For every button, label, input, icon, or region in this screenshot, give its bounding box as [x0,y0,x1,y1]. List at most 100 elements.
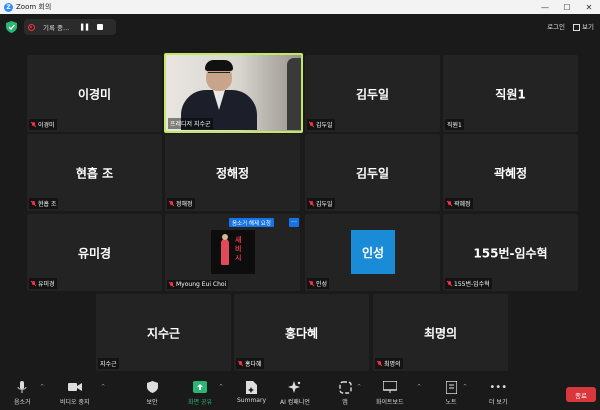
window-controls: — ☐ ✕ [534,0,600,14]
window-title: Zoom 회의 [16,3,52,11]
participant-label: 정해정 [167,198,195,209]
unmute-request-button[interactable]: 음소거 해제 요청 [229,218,274,227]
stop-video-button[interactable]: 비디오 중지 [60,380,90,406]
view-button[interactable]: 보기 [573,21,594,31]
video-tile[interactable]: 김두일 김두일 [305,55,440,132]
share-screen-button[interactable]: 화면 공유 [188,380,212,406]
close-button[interactable]: ✕ [578,0,600,14]
video-tile[interactable]: 곽혜정 곽혜정 [443,134,578,211]
video-tile[interactable]: 홍다혜 홍다혜 [234,294,369,371]
whiteboard-options-caret-icon[interactable]: ^ [417,384,421,390]
whiteboard-button[interactable]: 화이트보드 [376,380,404,406]
participant-display-name: 곽혜정 [493,166,528,180]
mic-muted-icon [309,280,314,287]
mute-button[interactable]: 음소거 [14,380,31,406]
notes-options-caret-icon[interactable]: ^ [463,384,467,390]
video-tile[interactable]: 유미경 유미경 [27,214,162,291]
ai-companion-button[interactable]: AI 컴패니언 [280,380,310,406]
pause-recording-icon[interactable]: ❚❚ [79,23,90,31]
participant-label: 김두일 [307,198,335,209]
audio-options-caret-icon[interactable]: ^ [40,384,44,390]
participant-label: 이경미 [29,119,57,130]
participant-label: 김두일 [307,119,335,130]
share-screen-icon [193,381,207,393]
mic-muted-icon [309,200,314,207]
video-tile[interactable]: 155번-임수혁 155번-임수혁 [443,214,578,291]
mic-muted-icon [31,280,36,287]
video-tile[interactable]: 지수근 지수근 [96,294,231,371]
whiteboard-icon [382,381,397,393]
video-tile[interactable]: 현흡 조 현흡 조 [27,134,162,211]
security-button[interactable]: 보안 [144,380,160,406]
mic-muted-icon [377,360,382,367]
video-tile[interactable]: 최명의 최명의 [373,294,508,371]
participant-label: 인성 [307,278,330,289]
participant-label: 직원1 [445,119,464,130]
participant-label: 현흡 조 [29,198,59,209]
participant-label: 최명의 [375,358,403,369]
apps-options-caret-icon[interactable]: ^ [357,384,361,390]
participant-display-name: 지수근 [146,326,181,340]
origin-label[interactable]: 로그인 [547,21,565,31]
mic-muted-icon [169,200,174,207]
video-tile[interactable]: 이경미 이경미 [27,55,162,132]
video-camera-icon [67,383,82,391]
participant-label: 지수근 [98,358,119,369]
recording-indicator[interactable]: 기록 중... ❚❚ [24,19,116,35]
stop-recording-icon[interactable] [96,24,103,30]
participant-display-name: 김두일 [355,166,390,180]
video-tile[interactable]: 인성 인성 [305,214,440,291]
participant-label: 유미경 [29,278,57,289]
video-tile[interactable]: 정해정 정해정 [165,134,300,211]
mic-muted-icon [31,200,36,207]
encryption-shield-icon[interactable] [6,21,17,33]
participant-label: 곽혜정 [445,198,473,209]
participant-display-name: 최명의 [423,326,458,340]
summary-document-icon [246,380,257,394]
zoom-logo-icon: Z [4,2,13,12]
grid-view-icon [573,23,581,31]
recording-label: 기록 중... [43,24,70,32]
microphone-icon [17,380,27,393]
tile-more-options-button[interactable]: ··· [289,218,299,227]
summary-button[interactable]: Summary [237,380,266,404]
participant-display-name: 155번-임수혁 [473,246,548,260]
mic-muted-icon [447,280,452,287]
video-tile[interactable]: 김두일 김두일 [305,134,440,211]
minimize-button[interactable]: — [534,0,556,14]
active-speaker-video-tile[interactable]: 프레디저 지수군 [164,53,303,133]
participant-display-name: 현흡 조 [75,166,114,180]
glasses-icon [208,72,230,77]
notes-icon [445,380,457,394]
mic-muted-icon [238,360,243,367]
recording-dot-icon [28,23,35,31]
profile-picture: 새비시 [211,230,255,274]
title-bar: Z Zoom 회의 — ☐ ✕ [0,0,600,14]
participant-display-name: 정해정 [215,166,250,180]
mic-muted-icon [169,281,174,288]
participant-display-name: 홍다혜 [284,326,319,340]
share-options-caret-icon[interactable]: ^ [219,384,223,390]
apps-icon [338,380,352,394]
participant-display-name: 직원1 [495,87,526,101]
participant-label: 홍다혜 [236,358,264,369]
mic-muted-icon [31,121,36,128]
participant-label: Myoung Eui Choi [167,280,229,289]
participant-display-name: 김두일 [355,87,390,101]
participant-label: 155번-임수혁 [445,278,492,289]
video-tile[interactable]: 직원1 직원1 [443,55,578,132]
participant-label: 프레디저 지수군 [168,118,213,129]
end-meeting-button[interactable]: 종료 [566,387,596,402]
video-options-caret-icon[interactable]: ^ [101,384,105,390]
more-button[interactable]: ••• 더 보기 [489,380,508,407]
avatar-initials-badge: 인성 [351,230,395,274]
mic-muted-icon [447,200,452,207]
more-dots-icon: ••• [489,381,508,393]
maximize-button[interactable]: ☐ [556,0,578,14]
notes-button[interactable]: 노트 [443,380,459,406]
participant-display-name: 유미경 [77,246,112,260]
participant-display-name: 이경미 [77,87,112,101]
security-shield-icon [146,381,158,393]
apps-button[interactable]: 앱 [337,380,353,406]
meeting-toolbar: 음소거 ^ 비디오 중지 ^ 보안 화면 공유 ^ Summary AI 컴패니… [0,376,600,410]
